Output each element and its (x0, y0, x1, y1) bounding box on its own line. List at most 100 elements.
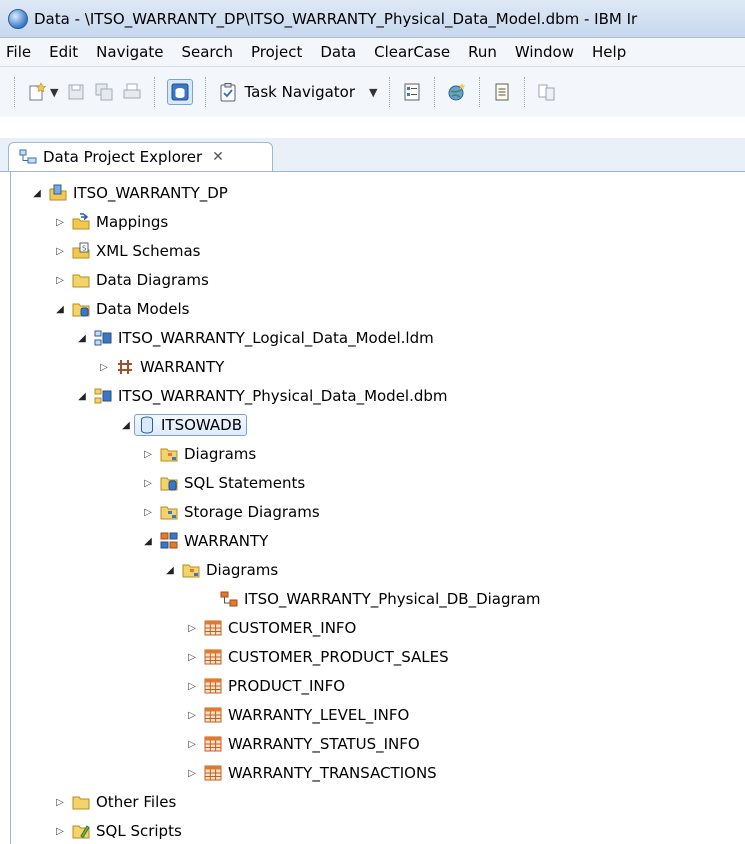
collapsed-arrow-icon[interactable]: ▷ (54, 217, 66, 228)
toolbar-separator (479, 77, 481, 107)
tree-item-label: Other Files (96, 793, 177, 811)
tree-item[interactable]: ◢ ITSO_WARRANTY_Logical_Data_Model.ldm (76, 325, 434, 351)
tree-item[interactable]: ◢ Data Models (54, 296, 189, 322)
tree-item[interactable]: ▷ CUSTOMER_PRODUCT_SALES (186, 644, 449, 670)
menu-bar: File Edit Navigate Search Project Data C… (0, 38, 745, 67)
save-all-button[interactable] (94, 82, 114, 102)
folder-icon (72, 274, 90, 288)
tree-item[interactable]: ▷ WARRANTY_TRANSACTIONS (186, 760, 437, 786)
tab-data-project-explorer[interactable]: Data Project Explorer ✕ (8, 142, 273, 171)
new-icon (29, 82, 47, 101)
tree-item[interactable]: ▷ SQL Statements (142, 470, 305, 496)
tree-item[interactable]: ▷ PRODUCT_INFO (186, 673, 345, 699)
table-icon (204, 765, 222, 781)
tree-item-label: ITSO_WARRANTY_Physical_Data_Model.dbm (118, 387, 448, 405)
menu-search[interactable]: Search (172, 43, 242, 61)
storage-diagrams-folder-icon (160, 506, 178, 520)
menu-help[interactable]: Help (583, 43, 635, 61)
menu-edit[interactable]: Edit (40, 43, 87, 61)
tree-item-label: SQL Statements (184, 474, 306, 492)
tree-item[interactable]: ▷ WARRANTY_STATUS_INFO (186, 731, 420, 757)
tree-item[interactable]: ◢ ITSO_WARRANTY_Physical_Data_Model.dbm (76, 383, 448, 409)
connect-button[interactable] (447, 82, 467, 102)
tree-item[interactable]: ◢ ITSO_WARRANTY_DP (31, 180, 228, 206)
menu-data[interactable]: Data (311, 43, 365, 61)
tree-item[interactable]: ▷ WARRANTY (98, 354, 224, 380)
data-perspective-toggle[interactable] (167, 79, 194, 105)
tree-item[interactable]: ITSO_WARRANTY_Physical_DB_Diagram (220, 586, 541, 612)
selection-highlight[interactable]: ITSOWADB (134, 414, 248, 436)
menu-project[interactable]: Project (242, 43, 311, 61)
title-bar: Data - \ITSO_WARRANTY_DP\ITSO_WARRANTY_P… (0, 0, 745, 38)
new-wizard-button[interactable]: ▼ (27, 82, 58, 102)
collapsed-arrow-icon[interactable]: ▷ (142, 478, 154, 489)
tree-item[interactable]: ◢ WARRANTY (142, 528, 268, 554)
expanded-arrow-icon[interactable]: ◢ (164, 565, 176, 576)
toolbar-separator (14, 77, 15, 107)
chevron-down-icon[interactable]: ▼ (50, 86, 58, 99)
chevron-down-icon[interactable]: ▼ (369, 86, 377, 99)
tree-item-label: Data Diagrams (96, 271, 209, 289)
expanded-arrow-icon[interactable]: ◢ (76, 333, 88, 344)
menu-run[interactable]: Run (459, 43, 506, 61)
collapsed-arrow-icon[interactable]: ▷ (186, 739, 198, 750)
collapsed-arrow-icon[interactable]: ▷ (142, 449, 154, 460)
tree-item[interactable]: ▷ Mappings (54, 209, 168, 235)
expanded-arrow-icon[interactable]: ◢ (142, 536, 154, 547)
collapsed-arrow-icon[interactable]: ▷ (54, 246, 66, 257)
tree-item[interactable]: ▷ S XML Schemas (54, 238, 200, 264)
collapsed-arrow-icon[interactable]: ▷ (142, 507, 154, 518)
close-icon[interactable]: ✕ (212, 149, 224, 165)
document-icon (495, 83, 509, 101)
toolbar-separator (154, 77, 156, 107)
list-icon (404, 83, 420, 101)
sql-scripts-folder-icon (72, 825, 90, 839)
tree-item-label: WARRANTY_STATUS_INFO (228, 735, 420, 753)
window-title: Data - \ITSO_WARRANTY_DP\ITSO_WARRANTY_P… (34, 9, 638, 28)
collapsed-arrow-icon[interactable]: ▷ (54, 275, 66, 286)
view-tab-strip: Data Project Explorer ✕ (0, 138, 745, 172)
app-icon (8, 8, 28, 29)
collapsed-arrow-icon[interactable]: ▷ (186, 710, 198, 721)
compare-button[interactable] (537, 82, 557, 102)
compare-icon (538, 84, 555, 101)
collapsed-arrow-icon[interactable]: ▷ (186, 623, 198, 634)
tree-item[interactable]: ▷ Other Files (54, 789, 176, 815)
collapsed-arrow-icon[interactable]: ▷ (186, 768, 198, 779)
explorer-icon (19, 149, 37, 164)
expanded-arrow-icon[interactable]: ◢ (31, 188, 43, 199)
expanded-arrow-icon[interactable]: ◢ (120, 420, 132, 431)
collapsed-arrow-icon[interactable]: ▷ (54, 797, 66, 808)
task-navigator-button[interactable]: Task Navigator ▼ (218, 82, 377, 102)
tree-item[interactable]: ▷ Diagrams (142, 441, 256, 467)
collapsed-arrow-icon[interactable]: ▷ (186, 652, 198, 663)
tree-item-label: WARRANTY_LEVEL_INFO (228, 706, 410, 724)
toolbar-separator (389, 77, 391, 107)
task-navigator-label: Task Navigator (244, 83, 356, 101)
expanded-arrow-icon[interactable]: ◢ (76, 391, 88, 402)
menu-window[interactable]: Window (506, 43, 583, 61)
tree-item[interactable]: ◢ Diagrams (164, 557, 278, 583)
project-explorer-tree: ◢ ITSO_WARRANTY_DP ▷ Mappings ▷ S XML Sc… (10, 172, 745, 844)
tree-item[interactable]: ▷ SQL Scripts (54, 818, 182, 844)
collapsed-arrow-icon[interactable]: ▷ (54, 826, 66, 837)
toolbar-separator (524, 77, 526, 107)
outline-button[interactable] (402, 82, 422, 102)
document-button[interactable] (492, 82, 512, 102)
tree-item[interactable]: ▷ WARRANTY_LEVEL_INFO (186, 702, 409, 728)
tree-item[interactable]: ▷ CUSTOMER_INFO (186, 615, 356, 641)
tree-item-selected[interactable]: ◢ ITSOWADB (120, 412, 248, 438)
main-toolbar: ▼ Task Navigator ▼ (0, 67, 745, 117)
expanded-arrow-icon[interactable]: ◢ (54, 304, 66, 315)
menu-clearcase[interactable]: ClearCase (365, 43, 459, 61)
menu-navigate[interactable]: Navigate (87, 43, 172, 61)
tree-item[interactable]: ▷ Data Diagrams (54, 267, 209, 293)
database-icon (141, 416, 153, 434)
collapsed-arrow-icon[interactable]: ▷ (186, 681, 198, 692)
save-button[interactable] (66, 82, 86, 102)
menu-file[interactable]: File (0, 43, 40, 61)
collapsed-arrow-icon[interactable]: ▷ (98, 362, 110, 373)
tree-item[interactable]: ▷ Storage Diagrams (142, 499, 320, 525)
sql-statements-folder-icon (160, 477, 178, 491)
print-button[interactable] (122, 82, 142, 102)
